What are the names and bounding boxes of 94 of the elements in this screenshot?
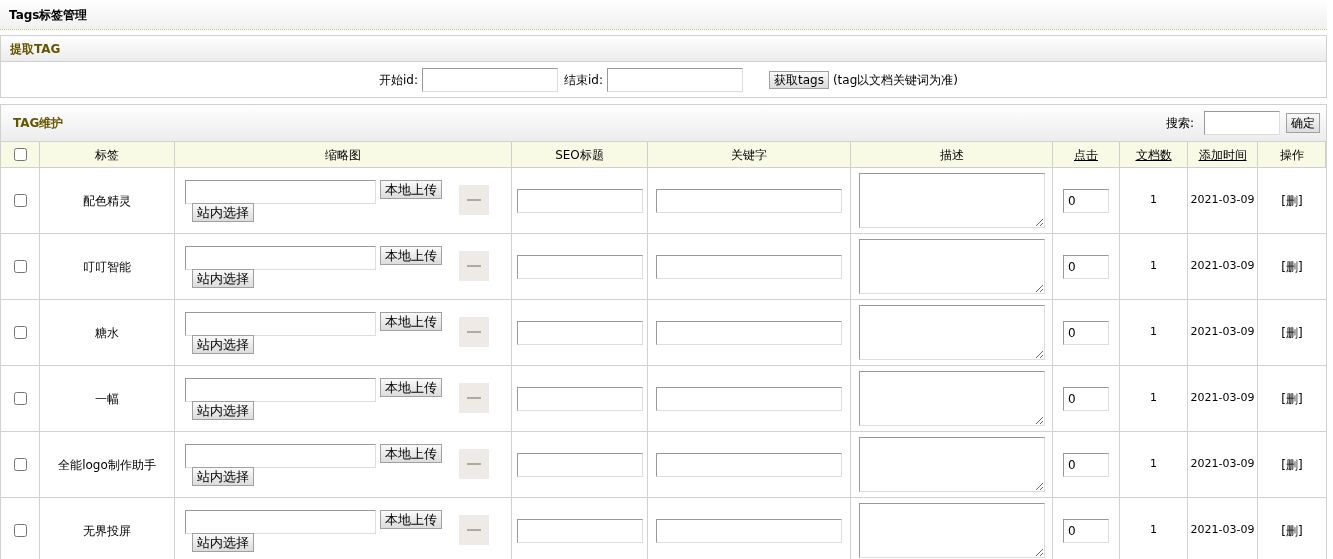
description-field[interactable] <box>858 239 1045 294</box>
doc-count: 1 <box>1150 522 1157 539</box>
column-header: 操作 <box>1279 146 1304 164</box>
end-id-label: 结束id: <box>564 71 603 89</box>
description-field[interactable] <box>858 371 1045 426</box>
clicks-field[interactable]: 0 <box>1063 386 1109 411</box>
description-field[interactable] <box>858 437 1045 492</box>
doc-count: 1 <box>1150 390 1157 407</box>
doc-count: 1 <box>1150 324 1157 341</box>
fetch-note: (tag以文档关键词为准) <box>832 71 958 89</box>
delete-link[interactable]: [删] <box>1281 521 1303 540</box>
tag-name: 全能logo制作助手 <box>58 456 156 474</box>
page-title: Tags标签管理 <box>9 6 88 24</box>
image-placeholder-icon <box>459 185 489 215</box>
doc-count: 1 <box>1150 192 1157 209</box>
seo-title-field[interactable] <box>516 452 643 477</box>
seo-title-field[interactable] <box>516 386 643 411</box>
row-checkbox[interactable] <box>13 326 27 339</box>
delete-link[interactable]: [删] <box>1281 455 1303 474</box>
end-id-field[interactable] <box>607 67 743 92</box>
row-checkbox[interactable] <box>13 148 27 161</box>
delete-link[interactable]: [删] <box>1281 389 1303 408</box>
image-placeholder-icon <box>459 383 489 413</box>
local-upload-button[interactable]: 本地上传 <box>380 443 442 463</box>
added-date: 2021-03-09 <box>1190 456 1255 473</box>
local-upload-button[interactable]: 本地上传 <box>380 179 442 199</box>
thumbnail-field[interactable] <box>185 179 376 204</box>
clicks-field[interactable]: 0 <box>1063 518 1109 543</box>
search-field[interactable] <box>1204 111 1280 135</box>
keyword-field[interactable] <box>656 188 842 213</box>
description-field[interactable] <box>858 305 1045 360</box>
row-checkbox[interactable] <box>13 524 27 537</box>
confirm-button[interactable]: 确定 <box>1286 113 1320 133</box>
keyword-field[interactable] <box>656 320 842 345</box>
seo-title-field[interactable] <box>516 254 643 279</box>
sort-link[interactable]: 添加时间 <box>1198 145 1247 164</box>
tag-name: 糖水 <box>95 324 119 342</box>
image-placeholder-icon <box>459 317 489 347</box>
keyword-field[interactable] <box>656 518 842 543</box>
added-date: 2021-03-09 <box>1190 522 1255 539</box>
thumbnail-field[interactable] <box>185 245 376 270</box>
description-field[interactable] <box>858 173 1045 228</box>
keyword-field[interactable] <box>656 254 842 279</box>
seo-title-field[interactable] <box>516 188 643 213</box>
local-upload-button[interactable]: 本地上传 <box>380 509 442 529</box>
column-header: 缩略图 <box>325 146 361 164</box>
thumbnail-field[interactable] <box>185 311 376 336</box>
search-label: 搜索: <box>1165 115 1194 132</box>
keyword-field[interactable] <box>656 386 842 411</box>
added-date: 2021-03-09 <box>1190 192 1255 209</box>
local-upload-button[interactable]: 本地上传 <box>380 245 442 265</box>
panel-title: TAG维护 <box>13 115 64 132</box>
tag-name: 叮叮智能 <box>83 258 131 276</box>
added-date: 2021-03-09 <box>1190 390 1255 407</box>
seo-title-field[interactable] <box>516 320 643 345</box>
local-upload-button[interactable]: 本地上传 <box>380 377 442 397</box>
seo-title-field[interactable] <box>516 518 643 543</box>
row-checkbox[interactable] <box>13 260 27 273</box>
tag-name: 无界投屏 <box>83 522 131 540</box>
start-id-label: 开始id: <box>379 71 418 89</box>
delete-link[interactable]: [删] <box>1281 323 1303 342</box>
start-id-field[interactable] <box>422 67 558 92</box>
clicks-field[interactable]: 0 <box>1063 188 1109 213</box>
row-checkbox[interactable] <box>13 194 27 207</box>
delete-link[interactable]: [删] <box>1281 257 1303 276</box>
image-placeholder-icon <box>459 251 489 281</box>
clicks-field[interactable]: 0 <box>1063 254 1109 279</box>
doc-count: 1 <box>1150 258 1157 275</box>
column-header: 描述 <box>939 146 964 164</box>
sort-link[interactable]: 点击 <box>1074 145 1098 164</box>
row-checkbox[interactable] <box>13 392 27 405</box>
row-checkbox[interactable] <box>13 458 27 471</box>
image-placeholder-icon <box>459 515 489 545</box>
thumbnail-field[interactable] <box>185 509 376 534</box>
tag-name: 一幅 <box>95 390 119 408</box>
added-date: 2021-03-09 <box>1190 258 1255 275</box>
tag-name: 配色精灵 <box>83 192 131 210</box>
added-date: 2021-03-09 <box>1190 324 1255 341</box>
column-header: 标签 <box>95 146 119 164</box>
delete-link[interactable]: [删] <box>1281 191 1303 210</box>
clicks-field[interactable]: 0 <box>1063 320 1109 345</box>
local-upload-button[interactable]: 本地上传 <box>380 311 442 331</box>
fetch-tags-button[interactable]: 获取tags <box>769 70 829 89</box>
column-header: 关键字 <box>731 146 767 164</box>
sort-link[interactable]: 文档数 <box>1135 145 1172 164</box>
column-header: SEO标题 <box>555 146 604 164</box>
clicks-field[interactable]: 0 <box>1063 452 1109 477</box>
panel-title: 提取TAG <box>10 40 61 58</box>
keyword-field[interactable] <box>656 452 842 477</box>
image-placeholder-icon <box>459 449 489 479</box>
description-field[interactable] <box>858 503 1045 558</box>
thumbnail-field[interactable] <box>185 443 376 468</box>
thumbnail-field[interactable] <box>185 377 376 402</box>
doc-count: 1 <box>1150 456 1157 473</box>
